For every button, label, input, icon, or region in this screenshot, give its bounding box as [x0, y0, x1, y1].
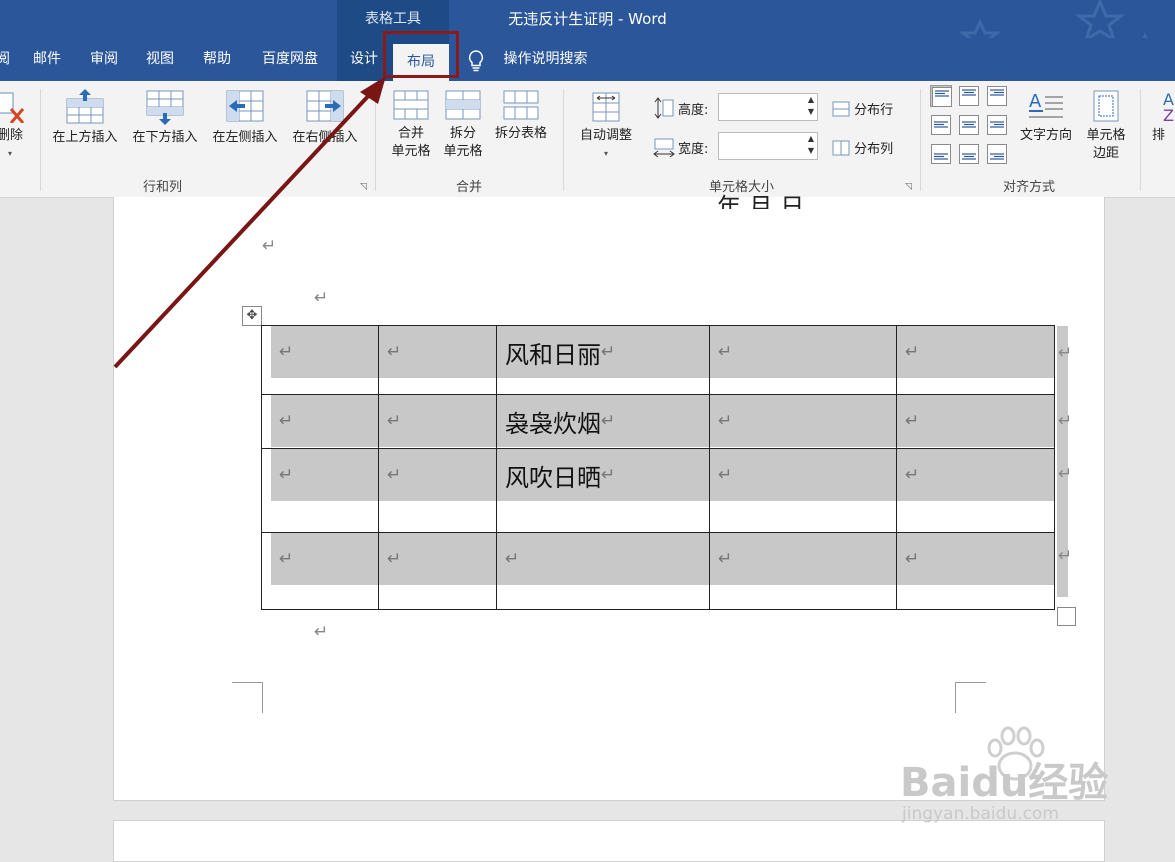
watermark-url: jingyan.baidu.com: [902, 804, 1059, 824]
watermark-brand: Baidu经验: [900, 760, 1109, 806]
